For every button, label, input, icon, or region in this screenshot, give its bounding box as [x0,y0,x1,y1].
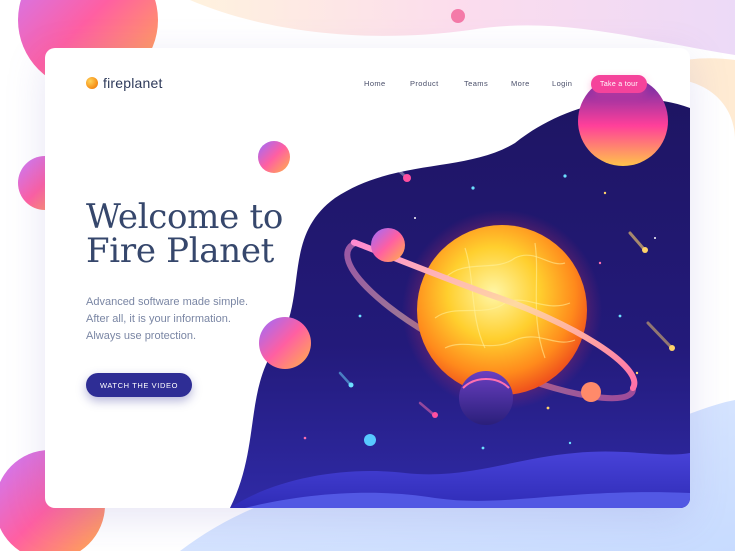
brand-name: fireplanet [103,75,163,91]
take-a-tour-button[interactable]: Take a tour [591,75,647,93]
nav-home[interactable]: Home [364,79,386,88]
space-illustration [230,76,690,508]
title-line-2: Fire Planet [86,231,275,271]
planet-logo-icon [86,77,98,89]
watch-video-button[interactable]: WATCH THE VIDEO [86,373,192,397]
hero-description: Advanced software made simple. After all… [86,294,286,345]
nav-more[interactable]: More [511,79,530,88]
fire-planet [417,225,587,395]
title-line-1: Welcome to [86,197,283,237]
description-line-3: Always use protection. [86,330,197,342]
brand-logo[interactable]: fireplanet [86,75,163,91]
page-title: Welcome to Fire Planet [86,200,316,268]
nav-product[interactable]: Product [410,79,439,88]
description-line-2: After all, it is your information. [86,313,231,325]
hero-card: fireplanet Home Product Teams More Login… [45,48,690,508]
nav-teams[interactable]: Teams [464,79,488,88]
description-line-1: Advanced software made simple. [86,296,249,308]
nav-login[interactable]: Login [552,79,572,88]
